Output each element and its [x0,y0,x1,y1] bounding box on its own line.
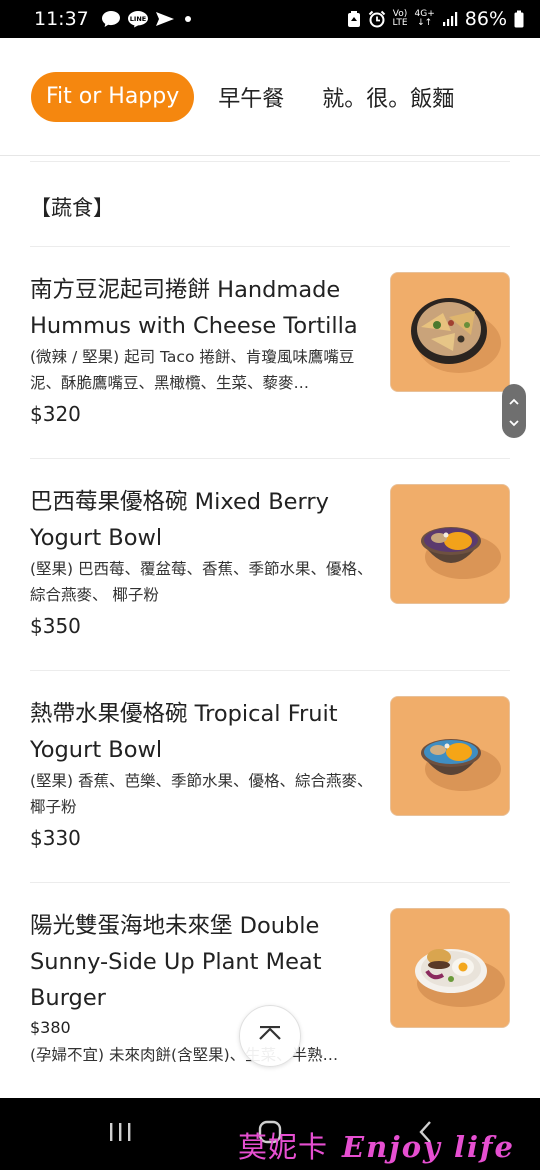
chat-bubble-icon [101,10,121,28]
category-tab-bar: Fit or Happy 早午餐 就。很。飯麵 [0,38,540,156]
svg-text:LINE: LINE [130,15,146,23]
signal-icon [442,11,458,27]
divider [30,246,510,247]
item-price: $350 [30,614,81,638]
item-name: 南方豆泥起司捲餅 Handmade Hummus with Cheese Tor… [30,277,358,339]
status-bar: 11:37 LINE Vo) LTE 4G+ ↓↑ 86% [0,0,540,38]
menu-list: 【蔬食】 南方豆泥起司捲餅 Handmade Hummus with Chees… [0,156,540,1098]
item-name: 巴西莓果優格碗 Mixed Berry Yogurt Bowl [30,489,329,551]
menu-item-mixed-berry-bowl[interactable]: 巴西莓果優格碗 Mixed Berry Yogurt Bowl (堅果) 巴西莓… [30,484,510,670]
tab-brunch[interactable]: 早午餐 [218,81,284,113]
item-price: $320 [30,402,81,426]
scroll-handle[interactable] [502,384,526,438]
berry-bowl-photo[interactable] [390,484,510,604]
section-title: 【蔬食】 [30,196,114,220]
tab-rice-noodles[interactable]: 就。很。飯麵 [322,81,454,113]
item-price: $380 [30,1018,71,1037]
network-type-bottom: LTE [392,18,408,28]
volte-icon: Vo) LTE [393,10,408,28]
chevron-up-icon [508,391,520,410]
alarm-icon [368,10,386,28]
app-status-icon [347,10,361,28]
divider [30,161,510,162]
divider [30,670,510,671]
item-description: (孕婦不宜) 未來肉餅(含堅果)、生菜、半熟… [30,1046,339,1064]
data-activity-icon: 4G+ ↓↑ [414,9,435,28]
item-price: $330 [30,826,81,850]
divider [30,882,510,883]
item-description: (堅果) 巴西莓、覆盆莓、香蕉、季節水果、優格、綜合燕麥、 椰子粉 [30,560,373,604]
chevron-up-icon [257,1025,283,1046]
item-description: (微辣 / 堅果) 起司 Taco 捲餅、肯瓊風味鷹嘴豆泥、酥脆鷹嘴豆、黑橄欖、… [30,348,355,392]
menu-item-tropical-fruit-bowl[interactable]: 熱帶水果優格碗 Tropical Fruit Yogurt Bowl (堅果) … [30,696,510,882]
chevron-down-icon [508,412,520,431]
battery-percent: 86% [464,8,507,30]
menu-item-plant-meat-burger[interactable]: 陽光雙蛋海地未來堡 Double Sunny-Side Up Plant Mea… [30,908,510,1098]
status-time: 11:37 [34,8,89,30]
divider [30,458,510,459]
tab-fit-or-happy[interactable]: Fit or Happy [31,71,195,122]
watermark: 莫妮卡 Enjoy life [238,1124,515,1166]
back-to-top-button[interactable] [239,1005,301,1067]
item-name: 陽光雙蛋海地未來堡 Double Sunny-Side Up Plant Mea… [30,913,322,1011]
watermark-cjk: 莫妮卡 [238,1130,329,1164]
tropical-bowl-photo[interactable] [390,696,510,816]
item-name: 熱帶水果優格碗 Tropical Fruit Yogurt Bowl [30,701,338,763]
menu-item-hummus-tortilla[interactable]: 南方豆泥起司捲餅 Handmade Hummus with Cheese Tor… [30,272,510,458]
send-icon [155,11,175,27]
burger-plate-photo[interactable] [390,908,510,1028]
tortilla-bowl-photo[interactable] [390,272,510,392]
recents-button[interactable] [90,1098,150,1170]
notification-dot-icon [181,12,195,26]
line-app-icon: LINE [127,10,149,28]
battery-icon [514,10,524,28]
recents-icon [107,1121,133,1147]
item-description: (堅果) 香蕉、芭樂、季節水果、優格、綜合燕麥、 椰子粉 [30,772,373,816]
watermark-latin: Enjoy life [342,1130,515,1164]
